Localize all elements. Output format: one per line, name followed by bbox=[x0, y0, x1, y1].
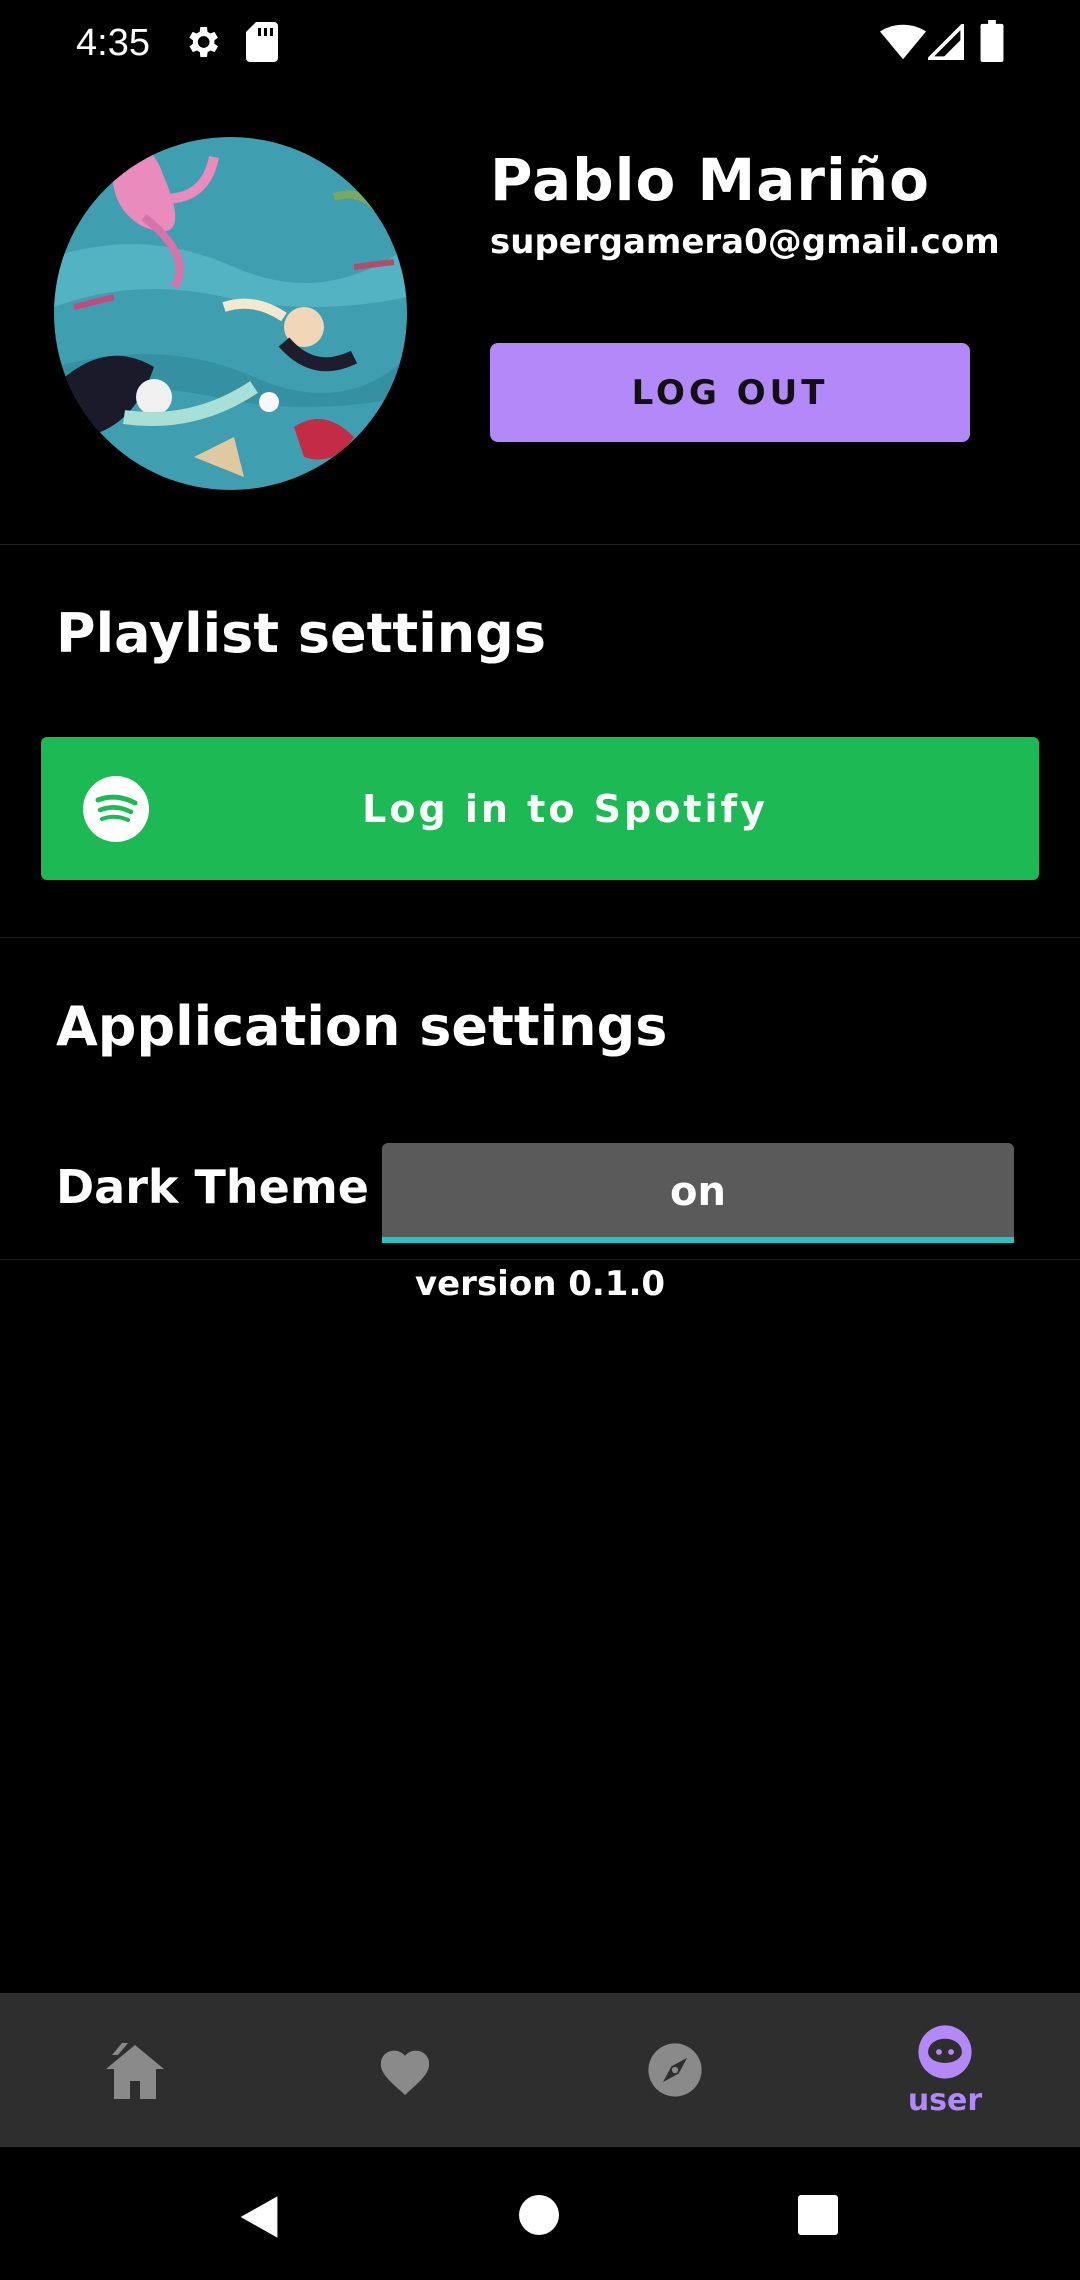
spotify-login-button[interactable]: Log in to Spotify bbox=[41, 737, 1039, 880]
divider bbox=[0, 937, 1080, 938]
nav-home[interactable] bbox=[35, 1993, 235, 2147]
sd-card-icon bbox=[246, 22, 278, 62]
system-navigation-bar bbox=[0, 2147, 1080, 2280]
dark-theme-underline bbox=[382, 1237, 1014, 1243]
wifi-icon bbox=[880, 24, 926, 60]
recents-icon[interactable] bbox=[798, 2195, 838, 2235]
user-icon bbox=[918, 2024, 972, 2079]
heart-icon bbox=[380, 2050, 430, 2096]
user-name: Pablo Mariño bbox=[490, 146, 931, 214]
status-time: 4:35 bbox=[76, 22, 150, 64]
home-circle-icon[interactable] bbox=[519, 2195, 559, 2235]
nav-favorites[interactable] bbox=[305, 1993, 505, 2147]
nav-explore[interactable] bbox=[575, 1993, 775, 2147]
logout-button[interactable]: LOG OUT bbox=[490, 343, 970, 442]
nav-user-label: user bbox=[907, 2082, 983, 2118]
divider bbox=[0, 544, 1080, 545]
nav-user[interactable]: user bbox=[845, 1993, 1045, 2147]
dark-theme-select[interactable]: on bbox=[382, 1143, 1014, 1241]
user-email: supergamera0@gmail.com bbox=[490, 222, 1000, 262]
playlist-settings-title: Playlist settings bbox=[56, 602, 546, 665]
spotify-login-label: Log in to Spotify bbox=[362, 786, 768, 831]
avatar bbox=[54, 137, 407, 490]
compass-icon bbox=[648, 2043, 702, 2097]
application-settings-title: Application settings bbox=[56, 995, 668, 1058]
dark-theme-label: Dark Theme bbox=[56, 1160, 369, 1214]
bottom-navigation: user bbox=[0, 1993, 1080, 2147]
divider bbox=[0, 1259, 1080, 1260]
back-icon[interactable] bbox=[236, 2194, 282, 2240]
signal-icon bbox=[928, 24, 964, 60]
home-icon bbox=[106, 2043, 164, 2099]
gear-icon bbox=[189, 27, 218, 57]
status-bar: 4:35 bbox=[0, 0, 1080, 90]
battery-icon bbox=[980, 20, 1004, 62]
version-text: version 0.1.0 bbox=[414, 1264, 666, 1304]
